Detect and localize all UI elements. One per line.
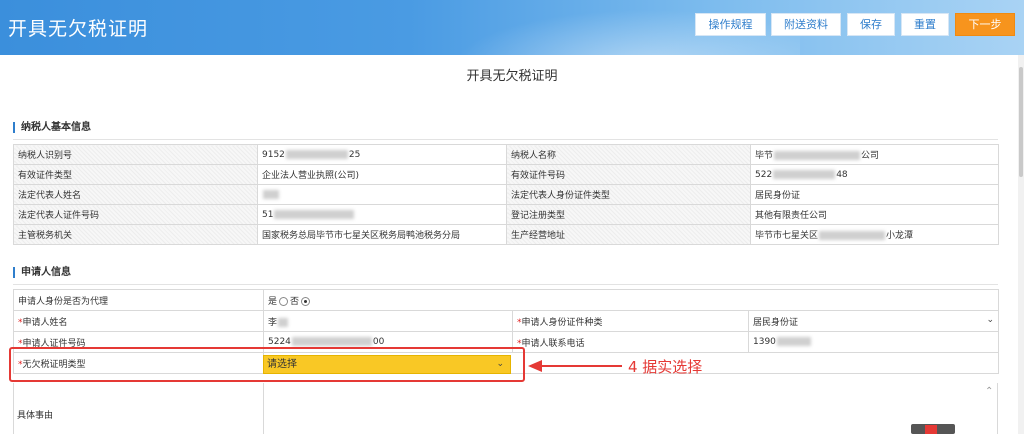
tax-authority-label: 主管税务机关 xyxy=(13,224,258,245)
app-window: 开具无欠税证明 操作规程 附送资料 保存 重置 下一步 开具无欠税证明 纳税人基… xyxy=(0,0,1024,434)
table-row: 纳税人识别号 9152 25 纳税人名称 毕节 公司 xyxy=(13,144,999,165)
attach-docs-button[interactable]: 附送资料 xyxy=(771,13,841,36)
applicant-section-title: 申请人信息 xyxy=(13,267,71,278)
agent-no-label: 否 xyxy=(290,296,300,307)
annotation-note: 4 据实选择 xyxy=(628,358,703,376)
applicant-name-label: *申请人姓名 xyxy=(13,310,264,332)
taxpayer-name-label: 纳税人名称 xyxy=(506,144,751,165)
legal-rep-name-value xyxy=(257,184,507,205)
reason-textarea[interactable] xyxy=(263,383,998,434)
business-address-value: 毕节市七星关区 小龙潭 xyxy=(750,224,999,245)
table-row: 主管税务机关 国家税务总局毕节市七星关区税务局鸭池税务分局 生产经营地址 毕节市… xyxy=(13,224,999,245)
highlight-box xyxy=(9,347,525,382)
page-title: 开具无欠税证明 xyxy=(466,69,558,84)
section-divider xyxy=(13,284,998,285)
table-row: 法定代表人姓名 法定代表人身份证件类型 居民身份证 xyxy=(13,184,999,205)
applicant-phone-label: *申请人联系电话 xyxy=(512,331,749,353)
chevron-down-icon: ⌄ xyxy=(986,314,995,325)
toolbar-widget-icon[interactable] xyxy=(911,424,955,434)
app-logo-icon xyxy=(925,425,937,434)
save-button[interactable]: 保存 xyxy=(847,13,895,36)
scroll-up-icon[interactable]: ⌃ xyxy=(985,386,993,397)
arrow-left-icon xyxy=(528,360,622,372)
taxpayer-id-value: 9152 25 xyxy=(257,144,507,165)
cert-number-label: 有效证件号码 xyxy=(506,164,751,185)
agent-label: 申请人身份是否为代理 xyxy=(13,289,264,311)
reset-button[interactable]: 重置 xyxy=(901,13,949,36)
page-scrollbar[interactable] xyxy=(1018,55,1024,434)
taxpayer-name-value: 毕节 公司 xyxy=(750,144,999,165)
reason-label: 具体事由 xyxy=(17,411,54,421)
cert-type-label: 有效证件类型 xyxy=(13,164,258,185)
applicant-phone-field[interactable]: 1390 xyxy=(747,331,1000,353)
legal-rep-name-label: 法定代表人姓名 xyxy=(13,184,258,205)
section-divider xyxy=(13,139,998,140)
legal-rep-id-type-value: 居民身份证 xyxy=(750,184,999,205)
registration-type-label: 登记注册类型 xyxy=(506,204,751,225)
taxpayer-id-label: 纳税人识别号 xyxy=(13,144,258,165)
legal-rep-id-value: 51 xyxy=(257,204,507,225)
legal-rep-id-label: 法定代表人证件号码 xyxy=(13,204,258,225)
guide-button[interactable]: 操作规程 xyxy=(695,13,766,36)
table-row: 申请人身份是否为代理 是否 xyxy=(13,289,1000,311)
legal-rep-id-type-label: 法定代表人身份证件类型 xyxy=(506,184,751,205)
agent-radio-group: 是否 xyxy=(262,289,1000,311)
applicant-id-type-label: *申请人身份证件种类 xyxy=(512,310,749,332)
agent-no-radio[interactable] xyxy=(301,296,311,306)
next-step-button[interactable]: 下一步 xyxy=(955,13,1015,36)
applicant-id-type-select[interactable]: 居民身份证 ⌄ xyxy=(747,310,1000,332)
cert-number-value: 522 48 xyxy=(750,164,999,185)
agent-yes-radio[interactable] xyxy=(279,296,289,306)
taxpayer-info-table: 纳税人识别号 9152 25 纳税人名称 毕节 公司 有效证件类型 企业法人营业执照… xyxy=(13,144,999,245)
registration-type-value: 其他有限责任公司 xyxy=(750,204,999,225)
applicant-name-field[interactable]: 李 xyxy=(263,310,513,332)
table-row: 法定代表人证件号码 51 登记注册类型 其他有限责任公司 xyxy=(13,204,999,225)
agent-yes-label: 是 xyxy=(268,296,278,307)
header-title: 开具无欠税证明 xyxy=(8,18,149,40)
table-row: 有效证件类型 企业法人营业执照(公司) 有效证件号码 522 48 xyxy=(13,164,999,185)
cert-type-value: 企业法人营业执照(公司) xyxy=(257,164,507,185)
table-row: *申请人姓名 李 *申请人身份证件种类 居民身份证 ⌄ xyxy=(13,310,1000,332)
taxpayer-section-title: 纳税人基本信息 xyxy=(13,122,91,133)
business-address-label: 生产经营地址 xyxy=(506,224,751,245)
tax-authority-value: 国家税务总局毕节市七星关区税务局鸭池税务分局 xyxy=(257,224,507,245)
header-bar: 开具无欠税证明 操作规程 附送资料 保存 重置 下一步 xyxy=(0,0,1024,55)
